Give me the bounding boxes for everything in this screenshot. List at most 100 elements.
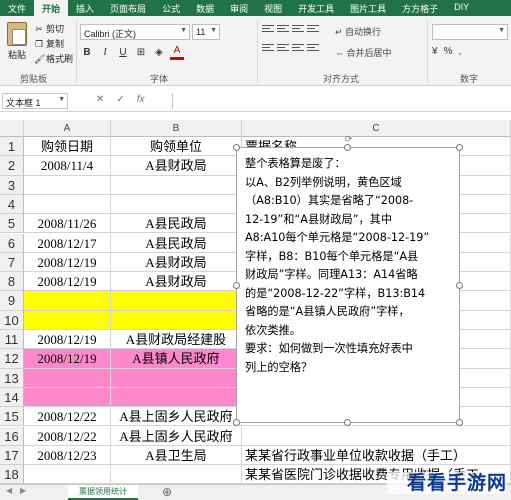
cell-a[interactable]: 2008/12/17: [24, 233, 111, 253]
row-header[interactable]: 18: [0, 465, 24, 485]
cell-a[interactable]: 2008/12/19: [24, 272, 111, 292]
cell-b[interactable]: A县财政局: [111, 272, 242, 292]
font-name-select[interactable]: Calibri (正文) ▼: [80, 24, 190, 40]
column-header[interactable]: A: [24, 120, 111, 137]
merge-center-button[interactable]: ⇔ 合并后居中: [335, 46, 392, 59]
resize-handle[interactable]: [233, 144, 240, 151]
align-right-icon[interactable]: [292, 43, 304, 53]
cell-a[interactable]: [24, 291, 111, 311]
font-size-select[interactable]: 11 ▼: [192, 24, 220, 40]
cell-b[interactable]: [111, 175, 242, 195]
column-header[interactable]: C: [242, 120, 511, 137]
cell-b[interactable]: A县卫生局: [111, 445, 242, 466]
align-middle-icon[interactable]: [277, 24, 289, 34]
add-sheet-icon[interactable]: ⊕: [162, 485, 172, 499]
font-color-icon[interactable]: A: [170, 46, 184, 60]
cell-b[interactable]: [111, 368, 242, 388]
copy-button[interactable]: ❐ 复制: [34, 37, 64, 50]
cell-c[interactable]: [242, 426, 511, 446]
resize-handle[interactable]: [456, 144, 463, 151]
cell-b[interactable]: A县民政局: [111, 214, 242, 234]
fill-color-icon[interactable]: ◈: [152, 46, 166, 60]
cell-b[interactable]: A县财政局: [111, 156, 242, 176]
currency-button[interactable]: ¥: [432, 46, 438, 57]
row-header[interactable]: 15: [0, 407, 24, 427]
cell-a[interactable]: 2008/11/26: [24, 214, 111, 234]
align-bottom-icon[interactable]: [292, 24, 304, 34]
cell-b[interactable]: [111, 465, 242, 485]
italic-button[interactable]: I: [98, 46, 112, 60]
text-box[interactable]: 整个表格算是废了： 以A、B2列举例说明，黄色区域 （A8:B10）其实是省略了“2…: [236, 147, 460, 423]
resize-handle[interactable]: [233, 282, 240, 289]
cell-b[interactable]: A县上固乡人民政府: [111, 426, 242, 446]
cut-button[interactable]: ✂ 剪切: [34, 22, 64, 35]
resize-handle[interactable]: [456, 419, 463, 426]
cell-c[interactable]: 某某省行政事业单位收款收据（手工）: [242, 445, 511, 466]
resize-handle[interactable]: [456, 282, 463, 289]
row-header[interactable]: 12: [0, 349, 24, 369]
cell-b[interactable]: A县财政局经建股: [111, 330, 242, 350]
cell-b[interactable]: 购领单位: [111, 137, 242, 157]
ribbon-tab[interactable]: 公式: [154, 0, 188, 16]
select-all-corner[interactable]: [0, 120, 24, 137]
resize-handle[interactable]: [344, 419, 351, 426]
percent-button[interactable]: %: [444, 46, 453, 57]
row-header[interactable]: 3: [0, 175, 24, 195]
row-header[interactable]: 4: [0, 194, 24, 215]
cell-a[interactable]: [24, 387, 111, 408]
name-box[interactable]: 文本框 1 ▼: [2, 93, 68, 109]
cell-a[interactable]: 2008/12/23: [24, 445, 111, 466]
row-header[interactable]: 10: [0, 310, 24, 330]
fx-icon[interactable]: fx: [137, 94, 145, 105]
ribbon-tab[interactable]: 页面布局: [102, 0, 154, 16]
next-sheet-icon[interactable]: ▶: [20, 486, 26, 495]
ribbon-tab[interactable]: 文件: [0, 0, 34, 16]
bold-button[interactable]: B: [80, 46, 94, 60]
cell-a[interactable]: 购领日期: [24, 137, 111, 157]
cell-a[interactable]: 2008/12/19: [24, 252, 111, 273]
cell-a[interactable]: [24, 310, 111, 330]
ribbon-tab[interactable]: 审阅: [222, 0, 256, 16]
cell-a[interactable]: 2008/12/19: [24, 330, 111, 350]
formula-input[interactable]: [172, 93, 511, 109]
format-painter-button[interactable]: 🖌 格式刷: [34, 52, 73, 65]
cell-a[interactable]: 2008/12/22: [24, 407, 111, 427]
ribbon-tab[interactable]: DIY: [446, 0, 477, 16]
cell-b[interactable]: A县上固乡人民政府: [111, 407, 242, 427]
border-icon[interactable]: ⊞: [134, 46, 148, 60]
ribbon-tab[interactable]: 开始: [34, 0, 69, 16]
orientation-icon[interactable]: [307, 24, 319, 34]
resize-handle[interactable]: [233, 419, 240, 426]
prev-sheet-icon[interactable]: ◀: [6, 486, 12, 495]
cell-a[interactable]: [24, 175, 111, 195]
cell-b[interactable]: [111, 387, 242, 408]
cell-b[interactable]: A县镇人民政府: [111, 349, 242, 369]
row-header[interactable]: 11: [0, 330, 24, 350]
column-header[interactable]: B: [111, 120, 242, 137]
ribbon-tab[interactable]: 数据: [188, 0, 222, 16]
cell-b[interactable]: [111, 291, 242, 311]
cell-b[interactable]: A县民政局: [111, 233, 242, 253]
row-header[interactable]: 1: [0, 137, 24, 157]
align-center-icon[interactable]: [277, 43, 289, 53]
align-top-icon[interactable]: [262, 24, 274, 34]
cell-b[interactable]: [111, 310, 242, 330]
cell-a[interactable]: [24, 194, 111, 215]
row-header[interactable]: 8: [0, 272, 24, 292]
indent-icon[interactable]: [307, 43, 319, 53]
row-header[interactable]: 2: [0, 156, 24, 176]
ribbon-tab[interactable]: 开发工具: [290, 0, 342, 16]
align-left-icon[interactable]: [262, 43, 274, 53]
cell-a[interactable]: [24, 368, 111, 388]
enter-icon[interactable]: ✓: [116, 94, 124, 105]
comma-button[interactable]: ,: [458, 46, 461, 57]
ribbon-tab[interactable]: 插入: [68, 0, 102, 16]
cell-a[interactable]: 2008/12/22: [24, 426, 111, 446]
cell-a[interactable]: [24, 465, 111, 485]
row-header[interactable]: 13: [0, 368, 24, 388]
cancel-icon[interactable]: ✕: [96, 94, 104, 105]
cell-b[interactable]: [111, 194, 242, 215]
ribbon-tab[interactable]: 方方格子: [394, 0, 446, 16]
cell-a[interactable]: 2008/12/19: [24, 349, 111, 369]
underline-button[interactable]: U: [116, 46, 130, 60]
